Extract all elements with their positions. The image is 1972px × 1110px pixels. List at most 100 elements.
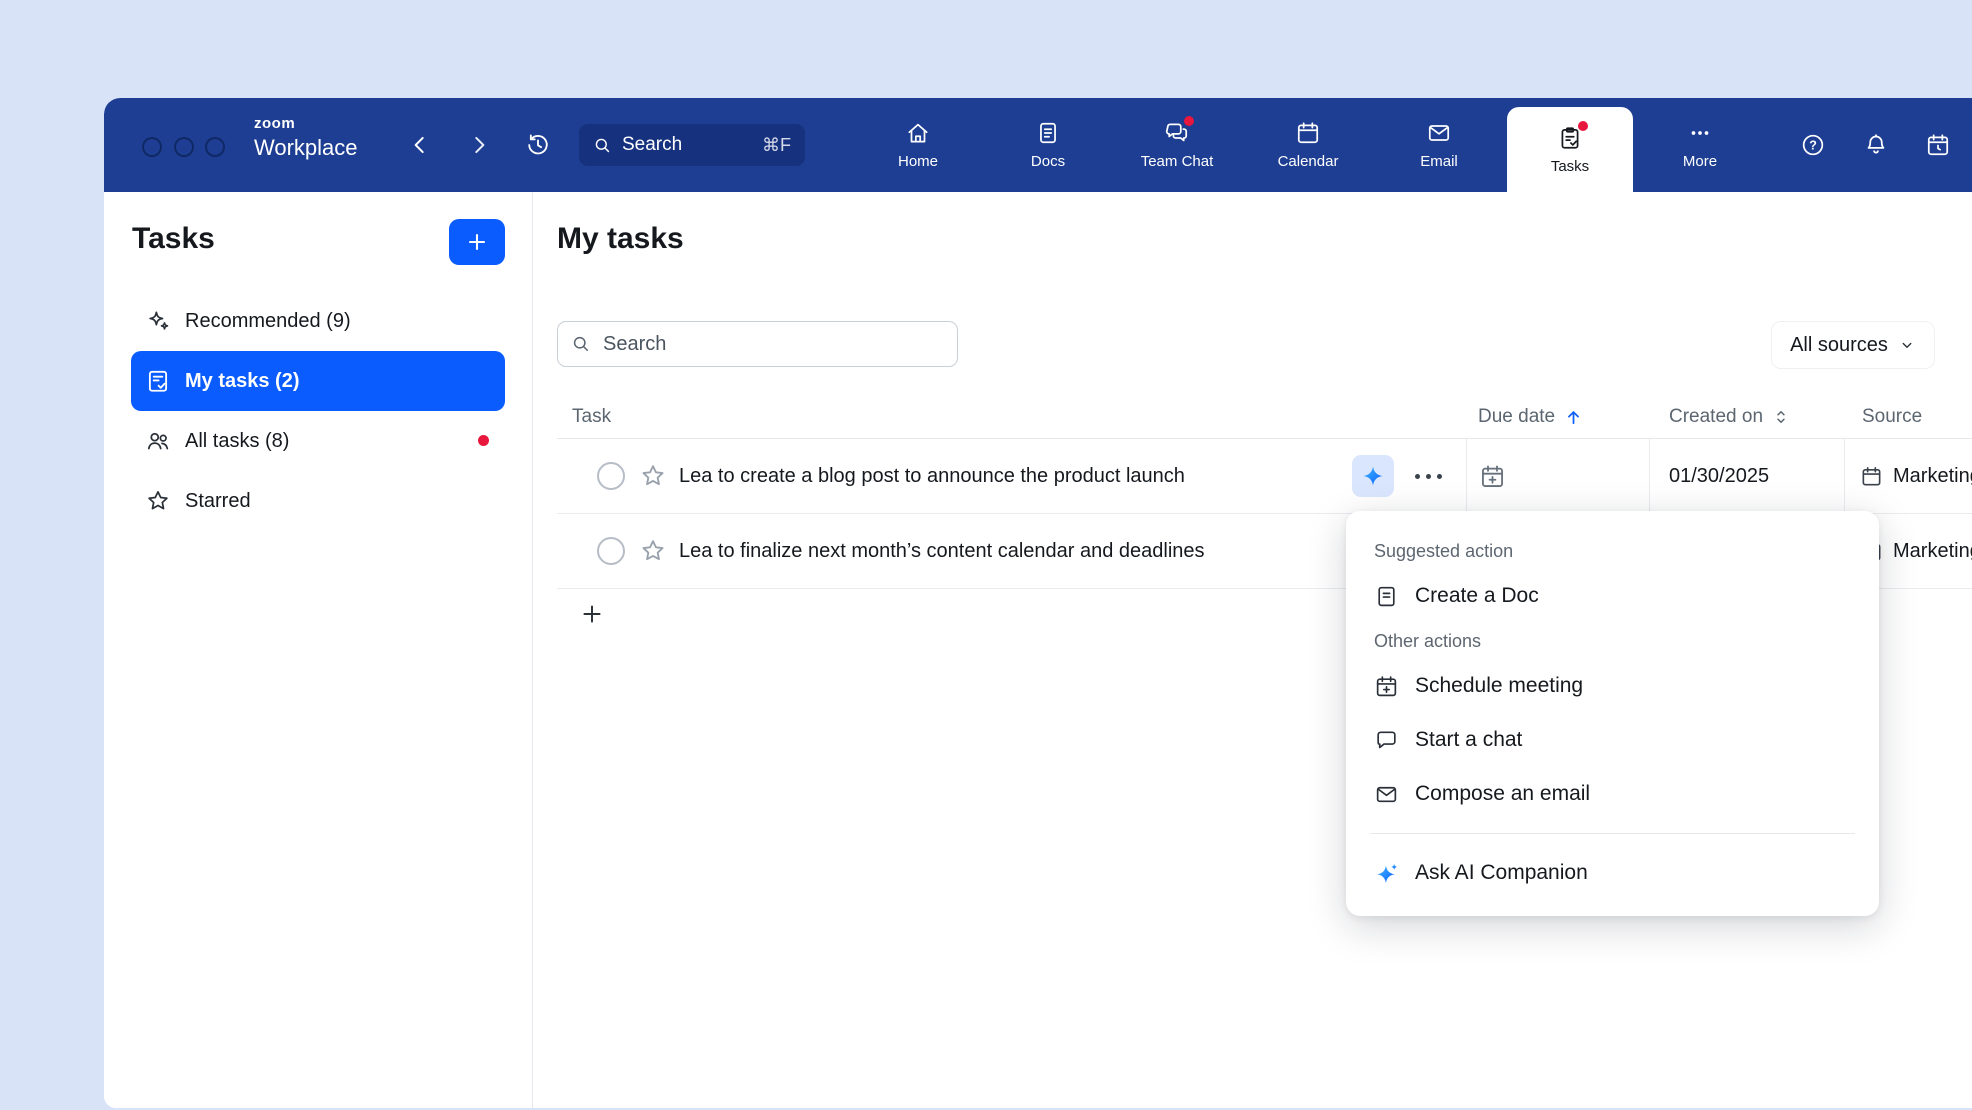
task-complete-checkbox[interactable] <box>597 537 625 565</box>
nav-team-chat[interactable]: Team Chat <box>1122 98 1232 192</box>
window-control-minimize[interactable] <box>174 137 194 157</box>
star-icon[interactable] <box>639 537 667 565</box>
tasks-icon <box>1557 125 1583 151</box>
column-header-created-on[interactable]: Created on <box>1669 396 1791 438</box>
task-search[interactable] <box>557 321 958 367</box>
sources-filter-dropdown[interactable]: All sources <box>1771 321 1935 369</box>
nav-calendar-label: Calendar <box>1278 153 1339 170</box>
source-calendar-icon <box>1860 465 1883 488</box>
people-icon <box>145 428 171 454</box>
ai-actions-menu: Suggested action Create a Doc Other acti… <box>1346 511 1879 916</box>
svg-text:?: ? <box>1809 139 1817 153</box>
sort-updown-icon <box>1771 407 1791 427</box>
sidebar-item-label: All tasks (8) <box>185 430 289 453</box>
table-row[interactable]: Lea to create a blog post to announce th… <box>557 439 1972 514</box>
history-button[interactable] <box>525 132 551 158</box>
task-title: Lea to finalize next month’s content cal… <box>679 514 1205 588</box>
page-title: My tasks <box>557 222 684 256</box>
global-search-shortcut: ⌘F <box>762 135 791 156</box>
docs-icon <box>1035 120 1061 146</box>
add-due-date-button[interactable] <box>1479 463 1506 490</box>
star-icon <box>145 488 171 514</box>
menu-divider <box>1370 833 1855 834</box>
calendar-plus-icon <box>1479 463 1506 490</box>
source-value: Marketing <box>1893 514 1972 588</box>
menu-section-label: Suggested action <box>1346 533 1879 569</box>
sparkle-icon <box>145 308 171 334</box>
menu-item-create-doc[interactable]: Create a Doc <box>1346 569 1879 623</box>
menu-item-label: Ask AI Companion <box>1415 861 1588 885</box>
search-icon <box>593 136 612 155</box>
column-header-source[interactable]: Source <box>1862 396 1922 438</box>
menu-section-label: Other actions <box>1346 623 1879 659</box>
menu-item-label: Schedule meeting <box>1415 674 1583 698</box>
global-search[interactable]: Search ⌘F <box>579 124 805 166</box>
nav-home[interactable]: Home <box>863 98 973 192</box>
calendar-clock-icon <box>1925 132 1951 158</box>
menu-item-schedule-meeting[interactable]: Schedule meeting <box>1346 659 1879 713</box>
star-icon[interactable] <box>639 462 667 490</box>
cell-divider <box>1844 439 1845 513</box>
task-title: Lea to create a blog post to announce th… <box>679 439 1185 513</box>
back-button[interactable] <box>407 132 433 158</box>
column-label: Task <box>572 406 611 428</box>
sidebar-item-label: Starred <box>185 490 251 513</box>
window-control-close[interactable] <box>142 137 162 157</box>
chevron-down-icon <box>1898 336 1916 354</box>
sidebar-item-label: Recommended (9) <box>185 310 351 333</box>
nav-calendar[interactable]: Calendar <box>1253 98 1363 192</box>
nav-more[interactable]: More <box>1645 98 1755 192</box>
cell-divider <box>1649 439 1650 513</box>
table-header: Task Due date Created on Source <box>557 396 1972 439</box>
help-icon: ? <box>1800 132 1826 158</box>
sidebar-item-starred[interactable]: Starred <box>131 471 505 531</box>
nav-email-label: Email <box>1420 153 1458 170</box>
task-search-input[interactable] <box>601 332 944 357</box>
forward-button[interactable] <box>466 132 492 158</box>
help-button[interactable]: ? <box>1800 132 1826 158</box>
bell-icon <box>1863 132 1889 158</box>
menu-item-compose-email[interactable]: Compose an email <box>1346 767 1879 821</box>
more-icon <box>1687 120 1713 146</box>
nav-home-label: Home <box>898 153 938 170</box>
source-value: Marketing <box>1893 439 1972 513</box>
add-task-button[interactable] <box>449 219 505 265</box>
sidebar-item-recommended[interactable]: Recommended (9) <box>131 291 505 351</box>
zoom-workplace-window: zoom Workplace Search ⌘F <box>104 98 1972 1108</box>
home-icon <box>905 120 931 146</box>
calendar-plus-icon <box>1374 674 1399 699</box>
nav-docs[interactable]: Docs <box>993 98 1103 192</box>
chat-icon <box>1374 728 1399 753</box>
sidebar-item-my-tasks[interactable]: My tasks (2) <box>131 351 505 411</box>
schedule-button[interactable] <box>1925 132 1951 158</box>
sidebar-item-all-tasks[interactable]: All tasks (8) <box>131 411 505 471</box>
created-on-value: 01/30/2025 <box>1669 439 1769 513</box>
ai-companion-icon <box>1361 464 1385 488</box>
sidebar-title: Tasks <box>132 222 215 256</box>
nav-tasks[interactable]: Tasks <box>1507 107 1633 192</box>
ai-companion-button[interactable] <box>1352 455 1394 497</box>
chevron-right-icon <box>466 132 492 158</box>
window-control-zoom[interactable] <box>205 137 225 157</box>
task-list-icon <box>145 368 171 394</box>
email-icon <box>1374 782 1399 807</box>
column-label: Created on <box>1669 406 1763 428</box>
column-label: Source <box>1862 406 1922 428</box>
ai-companion-icon <box>1374 861 1399 886</box>
column-header-due-date[interactable]: Due date <box>1478 396 1584 438</box>
menu-item-start-chat[interactable]: Start a chat <box>1346 713 1879 767</box>
notifications-button[interactable] <box>1863 132 1889 158</box>
column-header-task[interactable]: Task <box>572 396 611 438</box>
row-more-button[interactable] <box>1406 455 1450 497</box>
notification-dot <box>478 435 489 446</box>
plus-icon <box>465 230 489 254</box>
column-label: Due date <box>1478 406 1555 428</box>
doc-icon <box>1374 584 1399 609</box>
sort-ascending-icon <box>1563 407 1584 428</box>
task-complete-checkbox[interactable] <box>597 462 625 490</box>
calendar-icon <box>1295 120 1321 146</box>
nav-email[interactable]: Email <box>1384 98 1494 192</box>
search-icon <box>571 334 591 354</box>
sidebar-item-label: My tasks (2) <box>185 370 300 393</box>
menu-item-ask-ai-companion[interactable]: Ask AI Companion <box>1346 846 1879 900</box>
